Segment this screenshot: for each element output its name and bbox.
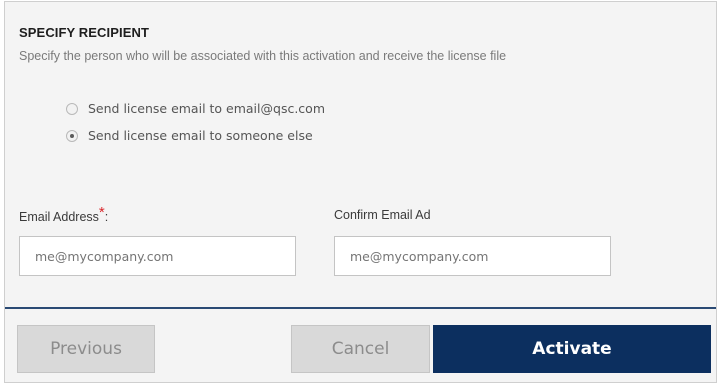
radio-option-someone-else[interactable]: Send license email to someone else <box>66 128 313 143</box>
radio-option-label: Send license email to someone else <box>88 128 313 143</box>
email-address-label-text: Email Address <box>19 210 99 224</box>
radio-option-label: Send license email to email@qsc.com <box>88 101 325 116</box>
required-marker: * <box>98 204 105 221</box>
activate-button[interactable]: Activate <box>433 325 711 373</box>
radio-button-checked[interactable] <box>66 129 78 142</box>
cancel-button[interactable]: Cancel <box>291 325 430 373</box>
label-colon: : <box>104 210 109 224</box>
email-address-label: Email Address*: <box>19 204 109 225</box>
radio-button-unchecked[interactable] <box>66 102 78 115</box>
confirm-email-label: Confirm Email Ad <box>334 208 431 222</box>
previous-button[interactable]: Previous <box>17 325 155 373</box>
footer-divider <box>5 307 716 309</box>
section-title: SPECIFY RECIPIENT <box>19 25 150 40</box>
email-address-input[interactable] <box>19 236 296 276</box>
confirm-email-input[interactable] <box>334 236 611 276</box>
radio-option-qsc-email[interactable]: Send license email to email@qsc.com <box>66 101 325 116</box>
recipient-panel: SPECIFY RECIPIENT Specify the person who… <box>4 1 717 383</box>
section-description: Specify the person who will be associate… <box>19 49 507 63</box>
